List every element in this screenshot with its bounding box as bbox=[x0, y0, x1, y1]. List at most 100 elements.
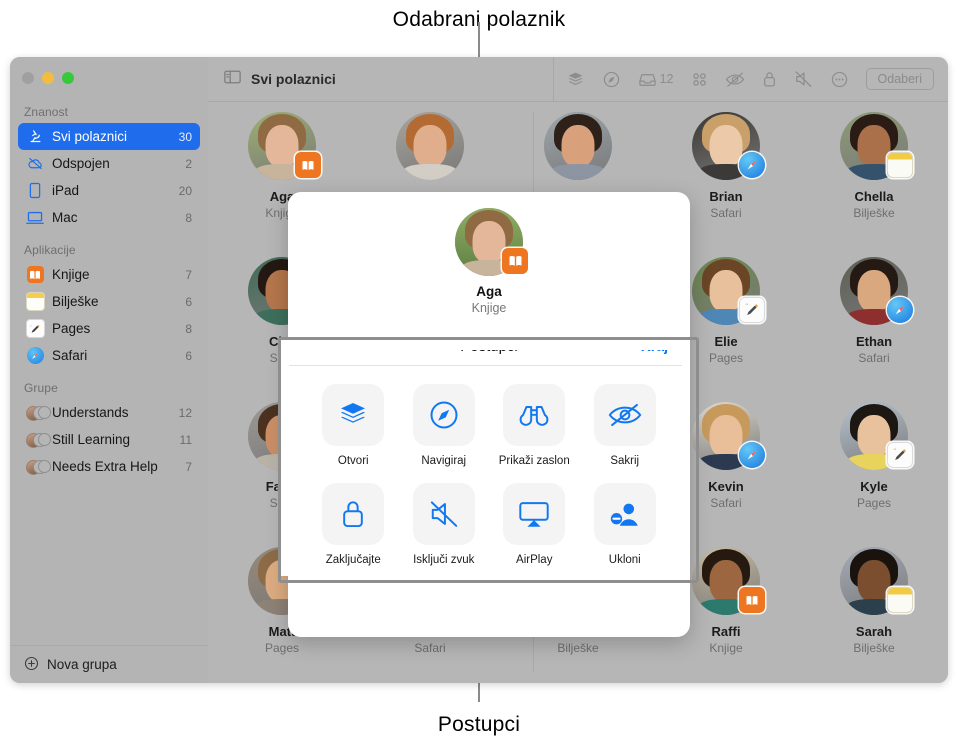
person-minus-icon bbox=[593, 483, 656, 545]
page-title: Svi polaznici bbox=[251, 71, 336, 87]
action-sakrij[interactable]: Sakrij bbox=[580, 384, 671, 467]
student-avatar: “ bbox=[692, 257, 765, 325]
student-app: Pages bbox=[264, 641, 300, 655]
select-button[interactable]: Odaberi bbox=[865, 68, 934, 90]
safari-app-badge-icon bbox=[739, 442, 765, 468]
student-avatar bbox=[840, 547, 913, 615]
student-name: Raffi bbox=[711, 624, 741, 639]
student-app: Bilješke bbox=[853, 206, 895, 220]
new-group-label: Nova grupa bbox=[47, 657, 117, 672]
eye-slash-icon bbox=[593, 384, 656, 446]
student-cell[interactable]: Chella Bilješke bbox=[800, 102, 948, 247]
zoom-window-button[interactable] bbox=[62, 72, 74, 84]
sidebar-item-label: Still Learning bbox=[52, 432, 131, 447]
student-app: Safari bbox=[414, 641, 446, 655]
plus-circle-icon bbox=[24, 656, 39, 674]
sidebar-item-knjige[interactable]: Knjige 7 bbox=[18, 261, 200, 288]
new-group-button[interactable]: Nova grupa bbox=[10, 645, 208, 683]
sidebar-item-pages[interactable]: “ Pages 8 bbox=[18, 315, 200, 342]
sidebar-item-label: Understands bbox=[52, 405, 129, 420]
svg-text:“: “ bbox=[745, 303, 748, 310]
action-navigiraj[interactable]: Navigiraj bbox=[399, 384, 490, 467]
sidebar: Znanost Svi polaznici 30 Odspojen 2 iPad… bbox=[10, 57, 209, 683]
student-name: Sarah bbox=[855, 624, 893, 639]
pages-app-icon: “ bbox=[25, 319, 45, 338]
student-name: Kyle bbox=[860, 479, 888, 494]
lock-icon bbox=[322, 483, 385, 545]
popover-header: Aga Knjige bbox=[288, 192, 690, 315]
more-icon[interactable] bbox=[830, 70, 849, 89]
group-icon bbox=[25, 458, 51, 476]
action-label: Otvori bbox=[337, 455, 369, 467]
avatar bbox=[396, 112, 464, 180]
notes-app-icon bbox=[25, 292, 45, 311]
ipad-icon bbox=[26, 182, 44, 200]
sidebar-toggle-icon[interactable] bbox=[224, 70, 241, 89]
open-icon[interactable] bbox=[566, 70, 585, 89]
sidebar-item-biljeske[interactable]: Bilješke 6 bbox=[18, 288, 200, 315]
student-cell[interactable]: Sarah Bilješke bbox=[800, 537, 948, 682]
action-prikazi-zaslon[interactable]: Prikaži zaslon bbox=[489, 384, 580, 467]
action-airplay[interactable]: AirPlay bbox=[489, 483, 580, 566]
bracket-mask-left bbox=[281, 350, 289, 576]
sidebar-item-understands[interactable]: Understands 12 bbox=[18, 399, 200, 426]
callout-bottom-text: Postupci bbox=[437, 712, 521, 736]
student-name: Chella bbox=[854, 189, 894, 204]
student-cell[interactable]: “TammyPages bbox=[208, 682, 356, 683]
bracket-mask-top bbox=[281, 340, 690, 350]
sidebar-item-safari[interactable]: Safari 6 bbox=[18, 342, 200, 369]
sidebar-item-label: Odspojen bbox=[52, 156, 110, 171]
minimize-window-button[interactable] bbox=[42, 72, 54, 84]
popover-student-app: Knjige bbox=[471, 301, 507, 315]
lock-icon[interactable] bbox=[762, 70, 777, 88]
cloud-slash-icon bbox=[26, 155, 44, 173]
sidebar-item-label: Knjige bbox=[52, 267, 90, 282]
action-ukloni[interactable]: Ukloni bbox=[580, 483, 671, 566]
sidebar-item-label: Svi polaznici bbox=[52, 129, 128, 144]
sidebar-item-mac[interactable]: Mac 8 bbox=[18, 204, 200, 231]
sidebar-item-count: 7 bbox=[185, 459, 192, 474]
sidebar-item-count: 8 bbox=[185, 210, 192, 225]
navigate-icon[interactable] bbox=[602, 70, 621, 89]
bracket-mask-right bbox=[682, 350, 690, 576]
notes-app-badge-icon bbox=[887, 152, 913, 178]
student-app: Safari bbox=[710, 206, 742, 220]
sidebar-item-needs-extra-help[interactable]: Needs Extra Help 7 bbox=[18, 453, 200, 480]
student-avatar bbox=[396, 112, 464, 180]
student-cell[interactable]: Ethan Safari bbox=[800, 247, 948, 392]
sidebar-item-count: 30 bbox=[178, 129, 192, 144]
sidebar-item-label: iPad bbox=[52, 183, 80, 198]
mute-icon[interactable] bbox=[794, 70, 813, 88]
student-app: Pages bbox=[856, 496, 892, 510]
action-otvori[interactable]: Otvori bbox=[308, 384, 399, 467]
close-window-button[interactable] bbox=[22, 72, 34, 84]
sidebar-item-label: Mac bbox=[52, 210, 78, 225]
action-zakljucajte[interactable]: Zaključajte bbox=[308, 483, 399, 566]
svg-text:“: “ bbox=[30, 323, 32, 328]
sidebar-item-svi-polaznici[interactable]: Svi polaznici 30 bbox=[18, 123, 200, 150]
sidebar-item-odspojen[interactable]: Odspojen 2 bbox=[18, 150, 200, 177]
books-app-badge-icon bbox=[739, 587, 765, 613]
student-avatar bbox=[692, 402, 765, 470]
action-label: Ukloni bbox=[608, 554, 641, 566]
avatar bbox=[544, 112, 612, 180]
action-label: Isključi zvuk bbox=[413, 554, 475, 566]
sidebar-item-count: 20 bbox=[178, 183, 192, 198]
window-controls[interactable] bbox=[22, 72, 74, 84]
sidebar-item-still-learning[interactable]: Still Learning 11 bbox=[18, 426, 200, 453]
hide-icon[interactable] bbox=[725, 71, 745, 88]
action-iskljuci-zvuk[interactable]: Isključi zvuk bbox=[399, 483, 490, 566]
popover-avatar bbox=[455, 208, 528, 276]
student-avatar: “ bbox=[840, 402, 913, 470]
binoculars-icon bbox=[503, 384, 566, 446]
student-avatar bbox=[248, 112, 321, 180]
sidebar-item-ipad[interactable]: iPad 20 bbox=[18, 177, 200, 204]
toolbar: Svi polaznici 12 Odaberi bbox=[208, 57, 948, 102]
inbox-icon[interactable]: 12 bbox=[638, 71, 674, 88]
books-app-badge-icon bbox=[295, 152, 321, 178]
safari-app-badge-icon bbox=[739, 152, 765, 178]
student-app: Pages bbox=[708, 351, 744, 365]
student-cell[interactable]: “ Kyle Pages bbox=[800, 392, 948, 537]
compass-icon bbox=[412, 384, 475, 446]
grid-apps-icon[interactable] bbox=[691, 71, 708, 88]
